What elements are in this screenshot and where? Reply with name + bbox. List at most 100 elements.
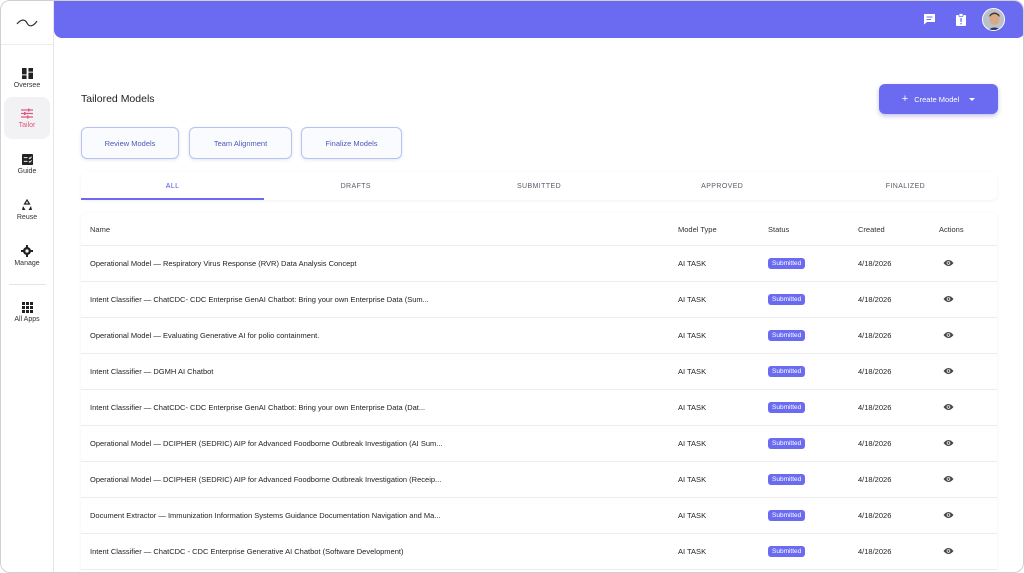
created-date: 4/18/2026 xyxy=(858,295,892,304)
table-row[interactable]: Intent Classifier — ChatCDC - CDC Enterp… xyxy=(81,534,997,570)
model-name: Intent Classifier — ChatCDC- CDC Enterpr… xyxy=(90,295,429,304)
review-models-button[interactable]: Review Models xyxy=(81,127,179,159)
model-type: AI TASK xyxy=(678,331,707,340)
created-date: 4/18/2026 xyxy=(858,511,892,520)
view-button[interactable] xyxy=(943,511,954,521)
tab-drafts[interactable]: DRAFTS xyxy=(264,172,447,200)
tab-approved[interactable]: APPROVED xyxy=(631,172,814,200)
model-name: Operational Model — Evaluating Generativ… xyxy=(90,331,320,340)
create-model-button[interactable]: + Create Model xyxy=(879,84,998,114)
tab-finalized[interactable]: FINALIZED xyxy=(814,172,997,200)
model-type: AI TASK xyxy=(678,439,707,448)
recycle-icon xyxy=(22,199,32,210)
actions-cell xyxy=(939,318,989,353)
view-button[interactable] xyxy=(943,403,954,413)
table-row[interactable]: Document Extractor — Immunization Inform… xyxy=(81,498,997,534)
table-row[interactable]: Operational Model — Respiratory Virus Re… xyxy=(81,246,997,282)
actions-cell xyxy=(939,246,989,281)
view-button[interactable] xyxy=(943,439,954,449)
status-badge: Submitted xyxy=(768,438,806,449)
view-button[interactable] xyxy=(943,475,954,485)
sidebar-item-reuse[interactable]: Reuse xyxy=(4,189,50,231)
table-header: Name Model Type Status Created Actions xyxy=(81,213,997,246)
table-row[interactable]: Operational Model — DCIPHER (SEDRIC) AIP… xyxy=(81,462,997,498)
model-type: AI TASK xyxy=(678,403,707,412)
chat-button[interactable] xyxy=(921,11,937,27)
model-type: AI TASK xyxy=(678,295,707,304)
sidebar-item-label: All Apps xyxy=(14,315,40,323)
header-model-type[interactable]: Model Type xyxy=(678,213,758,245)
status-cell: Submitted xyxy=(768,498,848,533)
sidebar-item-oversee[interactable]: Oversee xyxy=(4,57,50,99)
view-button[interactable] xyxy=(943,259,954,269)
view-button[interactable] xyxy=(943,547,954,557)
status-cell: Submitted xyxy=(768,282,848,317)
status-cell: Submitted xyxy=(768,462,848,497)
chat-icon xyxy=(923,14,935,25)
view-button[interactable] xyxy=(943,367,954,377)
eye-icon xyxy=(943,475,954,482)
model-name: Document Extractor — Immunization Inform… xyxy=(90,511,441,520)
model-name: Intent Classifier — ChatCDC- CDC Enterpr… xyxy=(90,403,426,412)
eye-icon xyxy=(943,259,954,266)
brand-logo[interactable] xyxy=(1,1,53,45)
table-row[interactable]: Operational Model — DCIPHER (SEDRIC) AIP… xyxy=(81,426,997,462)
eye-icon xyxy=(943,439,954,446)
avatar[interactable] xyxy=(982,8,1005,31)
actions-cell xyxy=(939,462,989,497)
table-row[interactable]: Intent Classifier — ChatCDC- CDC Enterpr… xyxy=(81,282,997,318)
eye-icon xyxy=(943,367,954,374)
model-type: AI TASK xyxy=(678,511,707,520)
sidebar-item-label: Reuse xyxy=(16,214,38,221)
created-date: 4/18/2026 xyxy=(858,331,892,340)
model-name: Intent Classifier — ChatCDC - CDC Enterp… xyxy=(90,547,404,556)
header-status[interactable]: Status xyxy=(768,213,848,245)
tasks-button[interactable] xyxy=(953,11,969,27)
wave-logo-icon xyxy=(16,19,38,26)
sidebar-item-tailor[interactable]: Tailor xyxy=(4,97,50,139)
create-model-label: Create Model xyxy=(914,94,960,104)
table-row[interactable]: Intent Classifier — DGMH AI Chatbot AI TA… xyxy=(81,354,997,390)
sidebar-item-guide[interactable]: Guide xyxy=(4,143,50,185)
table-body: Operational Model — Respiratory Virus Re… xyxy=(81,246,997,570)
app-window: Oversee Tailor Guide Reuse Manage All Ap… xyxy=(0,0,1024,573)
sidebar-item-all-apps[interactable]: All Apps xyxy=(4,291,50,333)
sidebar-item-label: Tailor xyxy=(18,121,36,129)
tab-all[interactable]: ALL xyxy=(81,172,265,200)
actions-cell xyxy=(939,282,989,317)
eye-icon xyxy=(943,331,954,338)
sidebar-item-label: Guide xyxy=(17,167,37,175)
plus-icon: + xyxy=(901,92,909,105)
view-button[interactable] xyxy=(943,331,954,341)
status-cell: Submitted xyxy=(768,354,848,389)
caret-down-icon xyxy=(969,97,976,101)
status-badge: Submitted xyxy=(768,510,806,521)
created-date: 4/18/2026 xyxy=(858,547,892,556)
status-badge: Submitted xyxy=(768,366,806,377)
model-name: Operational Model — Respiratory Virus Re… xyxy=(90,259,357,268)
model-type: AI TASK xyxy=(678,475,707,484)
header-name[interactable]: Name xyxy=(90,213,670,245)
eye-icon xyxy=(943,511,954,518)
sidebar-divider xyxy=(9,284,46,285)
created-date: 4/18/2026 xyxy=(858,439,892,448)
created-date: 4/18/2026 xyxy=(858,403,892,412)
header-created[interactable]: Created xyxy=(858,213,938,245)
sidebar-item-label: Manage xyxy=(14,260,40,267)
tab-submitted[interactable]: SUBMITTED xyxy=(447,172,630,200)
eye-icon xyxy=(943,547,954,554)
sidebar: Oversee Tailor Guide Reuse Manage All Ap… xyxy=(1,1,54,572)
view-button[interactable] xyxy=(943,295,954,305)
header-actions: Actions xyxy=(939,224,964,234)
eye-icon xyxy=(943,295,954,302)
finalize-models-button[interactable]: Finalize Models xyxy=(301,127,402,159)
model-type: AI TASK xyxy=(678,259,707,268)
table-row[interactable]: Intent Classifier — ChatCDC- CDC Enterpr… xyxy=(81,390,997,426)
sidebar-item-manage[interactable]: Manage xyxy=(4,235,50,277)
table-row[interactable]: Operational Model — Evaluating Generativ… xyxy=(81,318,997,354)
status-cell: Submitted xyxy=(768,390,848,425)
team-alignment-button[interactable]: Team Alignment xyxy=(189,127,292,159)
clipboard-alert-icon xyxy=(956,12,966,26)
eye-icon xyxy=(943,403,954,410)
sidebar-item-label: Oversee xyxy=(13,81,41,89)
